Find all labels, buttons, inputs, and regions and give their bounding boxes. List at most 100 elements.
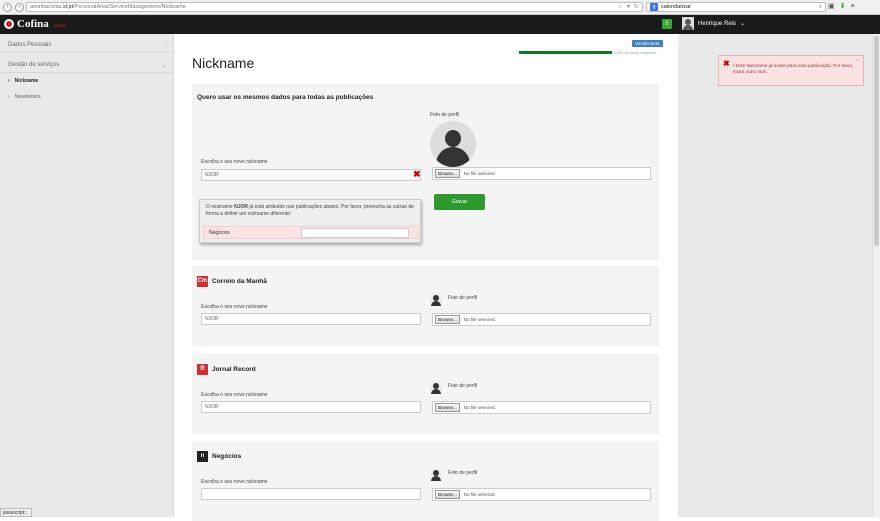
sidebar-item-label: Dados Pessoais bbox=[8, 41, 52, 48]
download-icon[interactable]: ⬇ bbox=[840, 2, 846, 12]
url-domain: xl.pt bbox=[63, 4, 74, 10]
search-icon[interactable]: ⌕ bbox=[819, 3, 822, 11]
publication-logo-icon: R bbox=[197, 364, 208, 375]
back-icon[interactable]: ‹ bbox=[3, 2, 12, 12]
right-panel: ✖ • Este Nickname já existe para esta pu… bbox=[678, 34, 872, 517]
address-bar[interactable]: aminhaconta. xl.pt/PersonalArea/ServiceMa… bbox=[26, 2, 643, 12]
publication-heading: R Jornal Record bbox=[197, 364, 256, 375]
search-value: calendarizar bbox=[661, 4, 691, 10]
notifications-icon[interactable]: 0 bbox=[662, 19, 672, 29]
publication-section: n Negócios Foto de perfil Escolha o seu nov… bbox=[192, 441, 659, 521]
nickname-label: Escolha o seu novo nickname bbox=[201, 159, 268, 165]
browser-toolbar: ‹ › aminhaconta. xl.pt/PersonalArea/Servi… bbox=[0, 0, 880, 15]
page-title: Nickname bbox=[192, 55, 255, 71]
logo-subtext: MEDIA bbox=[53, 23, 67, 28]
forward-icon[interactable]: › bbox=[15, 2, 24, 12]
menu-icon[interactable]: ≡ bbox=[851, 2, 855, 12]
nickname-input[interactable]: NJOR bbox=[201, 401, 421, 413]
nickname-input[interactable]: NJOR bbox=[201, 169, 421, 181]
scrollbar-thumb[interactable] bbox=[874, 36, 879, 246]
sidebar-item-nickname[interactable]: › Nickname bbox=[0, 73, 173, 89]
photo-file-input[interactable]: Browse... No file selected. bbox=[432, 313, 651, 326]
photo-label: Foto de perfil bbox=[448, 383, 478, 389]
profile-picture bbox=[430, 121, 476, 167]
photo-label: Foto de perfil bbox=[448, 295, 478, 301]
profile-progress-bar bbox=[519, 51, 612, 54]
conflict-nickname-input[interactable] bbox=[301, 228, 409, 238]
site-header: Cofina MEDIA 0 Henrique Reis ⌄ bbox=[0, 15, 880, 34]
general-section: Quero usar os mesmos dados para todas as… bbox=[192, 84, 659, 260]
no-file-text: No file selected. bbox=[463, 405, 496, 410]
publication-heading: n Negócios bbox=[197, 451, 241, 462]
search-box[interactable]: g calendarizar ⌕ bbox=[646, 2, 826, 12]
nickname-conflict-notice: O nickname NJOR já está atribuído nas pu… bbox=[199, 199, 421, 243]
browse-button[interactable]: Browse... bbox=[435, 315, 460, 324]
publication-name: Jornal Record bbox=[212, 366, 256, 373]
user-name: Henrique Reis bbox=[698, 20, 737, 27]
publication-section: R Jornal Record Foto de perfil Escolha o se… bbox=[192, 354, 659, 434]
profile-picture-small bbox=[430, 469, 442, 481]
url-path: /PersonalArea/ServiceManagement/Nickname bbox=[73, 4, 186, 10]
no-file-text: No file selected. bbox=[463, 317, 496, 322]
nickname-input[interactable] bbox=[201, 488, 421, 500]
photo-label: Foto de perfil bbox=[430, 112, 460, 118]
publication-logo-icon: n bbox=[197, 451, 208, 462]
photo-file-input[interactable]: Browse... No file selected. bbox=[432, 401, 651, 414]
logo[interactable]: Cofina MEDIA bbox=[4, 18, 66, 30]
profile-progress-text: 100% do perfil completo bbox=[613, 50, 656, 55]
photo-file-input[interactable]: Browse... No file selected. bbox=[432, 167, 651, 180]
logo-text: Cofina bbox=[17, 18, 49, 30]
photo-label: Foto de perfil bbox=[448, 470, 478, 476]
logo-mark bbox=[4, 19, 14, 29]
sidebar-item-newsletters[interactable]: › Newsletters bbox=[0, 89, 173, 105]
chevron-right-icon: › bbox=[164, 40, 167, 49]
dropdown-icon[interactable]: ▾ bbox=[627, 3, 630, 11]
nickname-input[interactable]: NJOR bbox=[201, 313, 421, 325]
profile-picture-small bbox=[430, 382, 442, 394]
reload-icon[interactable]: ↻ bbox=[634, 3, 639, 11]
bookmarks-icon[interactable]: ▣ bbox=[828, 2, 835, 12]
conflict-row: Negócios bbox=[203, 226, 419, 239]
sidebar: Dados Pessoais › Gestão de serviços ⌄ › … bbox=[0, 34, 174, 517]
scrollbar[interactable] bbox=[872, 34, 880, 517]
alert-message: • Este Nickname já existe para esta publ… bbox=[733, 63, 854, 74]
sidebar-item-label: Newsletters bbox=[14, 94, 41, 100]
save-button[interactable]: Gravar bbox=[434, 194, 485, 210]
error-x-icon: ✖ bbox=[413, 169, 421, 179]
profile-picture-small bbox=[430, 294, 442, 306]
chevron-down-icon: ⌄ bbox=[160, 60, 167, 69]
browse-button[interactable]: Browse... bbox=[435, 403, 460, 412]
photo-file-input[interactable]: Browse... No file selected. bbox=[432, 488, 651, 501]
bookmark-star-icon[interactable]: ☆ bbox=[618, 3, 623, 11]
chevron-right-icon: › bbox=[8, 78, 10, 84]
main-content: Versão Beta 100% do perfil completo Nick… bbox=[175, 34, 678, 521]
chevron-down-icon: ⌄ bbox=[740, 21, 746, 27]
conflict-publication: Negócios bbox=[209, 230, 230, 236]
url-prefix: aminhaconta. bbox=[30, 4, 64, 10]
sidebar-item-label: Nickname bbox=[14, 78, 39, 84]
publication-name: Negócios bbox=[212, 453, 242, 460]
error-x-icon: ✖ bbox=[723, 59, 730, 68]
avatar bbox=[682, 17, 694, 30]
notice-text: O nickname NJOR já está atribuído nas pu… bbox=[206, 204, 414, 217]
no-file-text: No file selected. bbox=[463, 492, 496, 497]
user-menu[interactable]: Henrique Reis ⌄ bbox=[682, 17, 745, 30]
publication-logo-icon: Cm bbox=[197, 276, 208, 287]
nickname-label: Escolha o seu novo nickname bbox=[201, 304, 268, 310]
nickname-label: Escolha o seu novo nickname bbox=[201, 479, 268, 485]
sidebar-item-label: Gestão de serviços bbox=[8, 61, 60, 68]
close-icon[interactable]: × bbox=[856, 58, 859, 64]
publication-section: Cm Correio da Manhã Foto de perfil Escolha … bbox=[192, 266, 659, 346]
status-bar: javascript:; bbox=[0, 508, 32, 517]
chevron-right-icon: › bbox=[8, 94, 10, 100]
general-heading: Quero usar os mesmos dados para todas as… bbox=[197, 94, 374, 101]
beta-badge: Versão Beta bbox=[632, 40, 663, 47]
browse-button[interactable]: Browse... bbox=[435, 169, 460, 178]
browse-button[interactable]: Browse... bbox=[435, 490, 460, 499]
publication-name: Correio da Manhã bbox=[212, 278, 267, 285]
sidebar-item-gestao-servicos[interactable]: Gestão de serviços ⌄ bbox=[0, 57, 173, 73]
no-file-text: No file selected. bbox=[463, 171, 496, 176]
publication-heading: Cm Correio da Manhã bbox=[197, 276, 267, 287]
nickname-label: Escolha o seu novo nickname bbox=[201, 392, 268, 398]
sidebar-item-dados-pessoais[interactable]: Dados Pessoais › bbox=[0, 37, 173, 53]
